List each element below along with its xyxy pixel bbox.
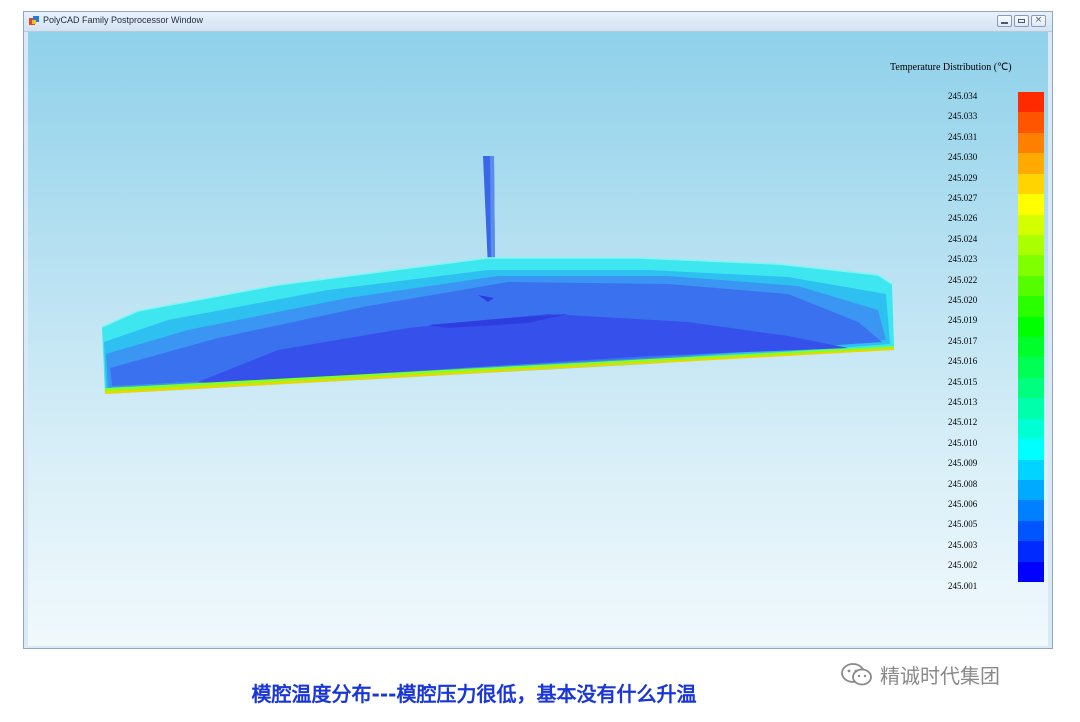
legend-swatch (1018, 357, 1044, 378)
legend-swatch (1018, 132, 1044, 154)
wechat-icon (841, 662, 872, 685)
legend-swatch (1018, 194, 1044, 215)
legend-label: 245.016 (948, 356, 978, 367)
maximize-icon (1018, 19, 1025, 23)
legend-label: 245.029 (948, 172, 978, 183)
caption: 模腔温度分布---模腔压力很低，基本没有什么升温 (251, 682, 697, 706)
legend-swatch (1018, 214, 1044, 235)
legend-swatch (1018, 439, 1044, 460)
legend-label: 245.006 (948, 499, 978, 509)
legend-label: 245.012 (948, 417, 978, 428)
legend-swatch (1018, 459, 1044, 481)
close-button[interactable]: × (1031, 15, 1046, 27)
legend-swatch (1018, 337, 1044, 358)
legend-swatch (1018, 541, 1044, 562)
close-icon: × (1034, 15, 1043, 25)
app-icon (29, 16, 39, 25)
legend-title: Temperature Distribution (℃) (890, 62, 1012, 73)
legend-label: 245.027 (948, 193, 978, 203)
legend-label: 245.001 (948, 580, 978, 591)
legend-swatch (1018, 398, 1044, 419)
legend-label: 245.005 (948, 519, 978, 530)
watermark: 精诚时代集团 (840, 660, 1000, 689)
legend-swatch (1018, 234, 1044, 256)
legend-swatch (1018, 418, 1044, 440)
legend-label: 245.033 (948, 111, 978, 122)
legend-label: 245.003 (948, 539, 978, 550)
minimize-button[interactable] (997, 15, 1012, 27)
maximize-button[interactable] (1014, 15, 1029, 27)
minimize-icon (1001, 22, 1008, 24)
legend-label: 245.009 (948, 458, 978, 469)
legend-label: 245.030 (948, 152, 978, 163)
legend-label: 245.008 (948, 478, 978, 489)
legend-label: 245.023 (948, 254, 978, 265)
legend-label: 245.010 (948, 437, 978, 448)
legend-label: 245.017 (948, 335, 978, 346)
cavity-model (101, 156, 894, 394)
legend-label: 245.026 (948, 213, 978, 224)
legend-label: 245.020 (948, 295, 978, 305)
legend-swatch (1018, 173, 1044, 195)
legend-swatch (1018, 275, 1044, 297)
legend-swatch (1018, 377, 1044, 399)
legend-swatch (1018, 500, 1044, 521)
legend-label: 245.022 (948, 274, 978, 285)
legend-label: 245.015 (948, 376, 978, 387)
legend-label: 245.034 (948, 91, 978, 101)
legend-swatch (1018, 153, 1044, 174)
postprocessor-window: PolyCAD Family Postprocessor Window × Te… (23, 11, 1053, 649)
color-scale-bar (1018, 92, 1044, 583)
legend-swatch (1018, 255, 1044, 276)
legend-label: 245.024 (948, 233, 978, 244)
legend-swatch (1018, 92, 1044, 113)
legend-swatch (1018, 112, 1044, 133)
3d-viewport[interactable]: Temperature Distribution (℃) 245.034 245.… (28, 32, 1048, 646)
legend-swatch (1018, 316, 1044, 338)
legend-swatch (1018, 296, 1044, 317)
window-controls: × (997, 15, 1046, 27)
legend-swatch (1018, 480, 1044, 501)
window-title: PolyCAD Family Postprocessor Window (43, 15, 204, 25)
legend-swatch (1018, 520, 1044, 542)
legend-label: 245.019 (948, 315, 978, 326)
watermark-text: 精诚时代集团 (880, 664, 1000, 688)
legend-label: 245.013 (948, 397, 978, 407)
legend-swatch (1018, 561, 1044, 583)
legend-label: 245.031 (948, 131, 978, 142)
legend-label: 245.002 (948, 560, 978, 571)
title-bar[interactable]: PolyCAD Family Postprocessor Window × (24, 12, 1052, 32)
